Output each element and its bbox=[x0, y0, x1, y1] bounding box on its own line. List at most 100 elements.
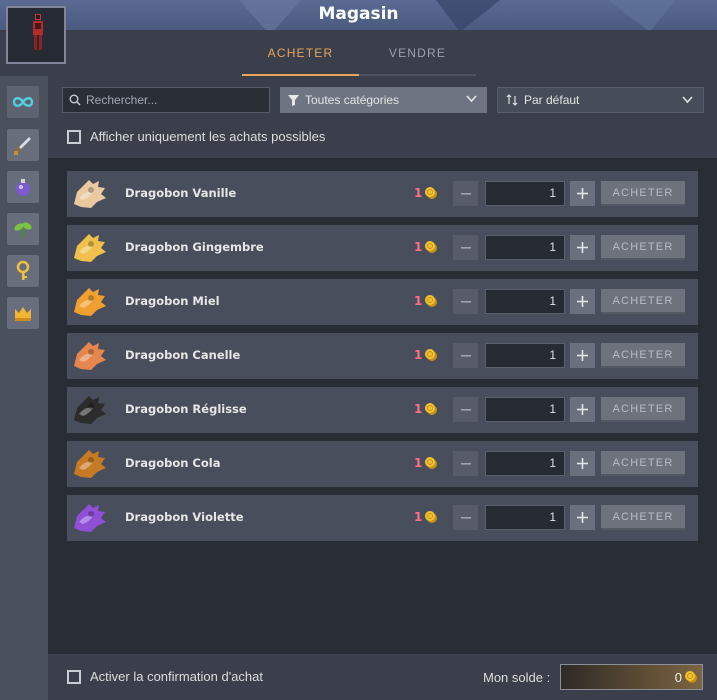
sidebar-item-all[interactable] bbox=[7, 86, 39, 118]
sidebar-item-weapons[interactable] bbox=[7, 129, 39, 161]
key-icon bbox=[16, 260, 30, 280]
affordable-checkbox[interactable] bbox=[67, 129, 81, 144]
item-name: Dragobon Cola bbox=[125, 456, 221, 470]
search-icon bbox=[69, 94, 81, 106]
confirm-purchase-toggle: Activer la confirmation d'achat bbox=[67, 669, 263, 684]
candy-icon bbox=[74, 180, 106, 208]
sidebar-item-keys[interactable] bbox=[7, 255, 39, 287]
buy-button[interactable]: ACHETER bbox=[601, 289, 685, 314]
coin-icon bbox=[425, 187, 437, 199]
item-price: 1 bbox=[414, 186, 423, 200]
plus-icon bbox=[577, 188, 588, 199]
quantity-input[interactable]: 1 bbox=[485, 343, 565, 368]
plus-icon bbox=[577, 458, 588, 469]
minus-icon bbox=[460, 408, 471, 411]
search-input[interactable] bbox=[86, 93, 256, 107]
item-name: Dragobon Miel bbox=[125, 294, 220, 308]
item-name: Dragobon Violette bbox=[125, 510, 244, 524]
decrease-quantity-button[interactable] bbox=[453, 181, 478, 206]
decrease-quantity-button[interactable] bbox=[453, 235, 478, 260]
quantity-input[interactable]: 1 bbox=[485, 397, 565, 422]
decrease-quantity-button[interactable] bbox=[453, 397, 478, 422]
item-name: Dragobon Vanille bbox=[125, 186, 237, 200]
infinity-icon bbox=[12, 97, 34, 107]
coin-icon bbox=[685, 671, 697, 683]
increase-quantity-button[interactable] bbox=[570, 397, 595, 422]
shop-tabs: ACHETER VENDRE bbox=[242, 38, 476, 76]
item-price: 1 bbox=[414, 402, 423, 416]
decrease-quantity-button[interactable] bbox=[453, 289, 478, 314]
confirm-purchase-label: Activer la confirmation d'achat bbox=[90, 669, 264, 684]
item-name: Dragobon Gingembre bbox=[125, 240, 264, 254]
balance-value: 0 bbox=[674, 670, 682, 685]
sidebar-item-potions[interactable] bbox=[7, 171, 39, 203]
buy-button[interactable]: ACHETER bbox=[601, 397, 685, 422]
balance-display: 0 bbox=[560, 664, 703, 690]
item-price: 1 bbox=[414, 348, 423, 362]
filter-icon bbox=[288, 94, 299, 106]
window-title: Magasin bbox=[318, 4, 399, 24]
category-sidebar bbox=[0, 76, 48, 700]
category-select[interactable]: Toutes catégories bbox=[280, 87, 487, 113]
quantity-input[interactable]: 1 bbox=[485, 289, 565, 314]
coin-icon bbox=[425, 457, 437, 469]
buy-button[interactable]: ACHETER bbox=[601, 451, 685, 476]
quantity-input[interactable]: 1 bbox=[485, 505, 565, 530]
sort-select[interactable]: Par défaut bbox=[497, 87, 704, 113]
quantity-input[interactable]: 1 bbox=[485, 235, 565, 260]
plus-icon bbox=[577, 512, 588, 523]
buy-button[interactable]: ACHETER bbox=[601, 505, 685, 530]
minus-icon bbox=[460, 354, 471, 357]
sidebar-item-plants[interactable] bbox=[7, 213, 39, 245]
list-item: Dragobon Réglisse 1 1 ACHETER bbox=[67, 387, 698, 433]
minus-icon bbox=[460, 192, 471, 195]
category-select-value: Toutes catégories bbox=[305, 93, 400, 107]
plus-icon bbox=[577, 242, 588, 253]
increase-quantity-button[interactable] bbox=[570, 289, 595, 314]
confirm-purchase-checkbox[interactable] bbox=[67, 669, 81, 684]
candy-icon bbox=[74, 234, 106, 262]
increase-quantity-button[interactable] bbox=[570, 235, 595, 260]
buy-button[interactable]: ACHETER bbox=[601, 181, 685, 206]
sort-select-value: Par défaut bbox=[524, 93, 580, 107]
increase-quantity-button[interactable] bbox=[570, 181, 595, 206]
coin-icon bbox=[425, 349, 437, 361]
sword-icon bbox=[14, 137, 31, 155]
buy-button[interactable]: ACHETER bbox=[601, 343, 685, 368]
crown-icon bbox=[15, 307, 31, 321]
search-field[interactable] bbox=[62, 87, 270, 113]
increase-quantity-button[interactable] bbox=[570, 451, 595, 476]
sidebar-item-cosmetics[interactable] bbox=[7, 297, 39, 329]
minus-icon bbox=[460, 300, 471, 303]
increase-quantity-button[interactable] bbox=[570, 343, 595, 368]
quantity-input[interactable]: 1 bbox=[485, 451, 565, 476]
item-price: 1 bbox=[414, 294, 423, 308]
decrease-quantity-button[interactable] bbox=[453, 505, 478, 530]
affordable-filter: Afficher uniquement les achats possibles bbox=[67, 129, 325, 144]
increase-quantity-button[interactable] bbox=[570, 505, 595, 530]
candy-icon bbox=[74, 504, 106, 532]
item-list: Dragobon Vanille 1 1 ACHETER Dragobon Gi… bbox=[48, 158, 717, 654]
list-item: Dragobon Vanille 1 1 ACHETER bbox=[67, 171, 698, 217]
chevron-down-icon bbox=[682, 96, 693, 104]
sort-icon bbox=[506, 94, 518, 106]
affordable-checkbox-label: Afficher uniquement les achats possibles bbox=[90, 129, 326, 144]
list-item: Dragobon Gingembre 1 1 ACHETER bbox=[67, 225, 698, 271]
character-portrait[interactable] bbox=[6, 6, 66, 64]
buy-button[interactable]: ACHETER bbox=[601, 235, 685, 260]
list-item: Dragobon Canelle 1 1 ACHETER bbox=[67, 333, 698, 379]
decrease-quantity-button[interactable] bbox=[453, 343, 478, 368]
minus-icon bbox=[460, 246, 471, 249]
plus-icon bbox=[577, 404, 588, 415]
quantity-input[interactable]: 1 bbox=[485, 181, 565, 206]
item-price: 1 bbox=[414, 510, 423, 524]
candy-icon bbox=[74, 288, 106, 316]
plus-icon bbox=[577, 350, 588, 361]
tab-acheter[interactable]: ACHETER bbox=[242, 38, 359, 76]
tab-vendre[interactable]: VENDRE bbox=[359, 38, 476, 76]
item-price: 1 bbox=[414, 240, 423, 254]
plant-icon bbox=[14, 222, 32, 238]
coin-icon bbox=[425, 295, 437, 307]
decrease-quantity-button[interactable] bbox=[453, 451, 478, 476]
coin-icon bbox=[425, 511, 437, 523]
